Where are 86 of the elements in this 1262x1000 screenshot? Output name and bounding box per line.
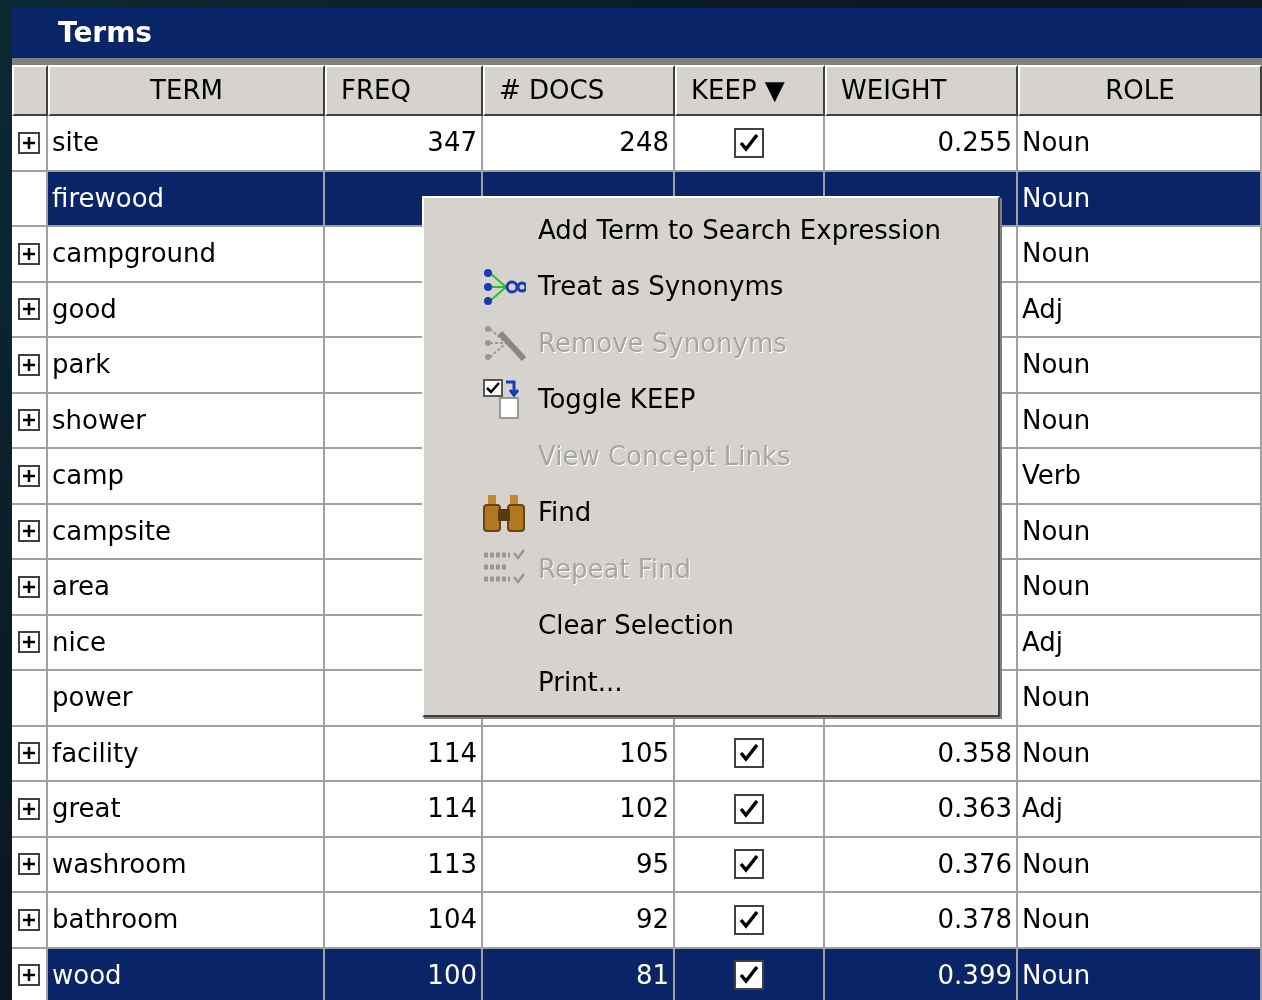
window-title: Terms <box>58 15 153 51</box>
keep-checkbox[interactable] <box>734 904 764 935</box>
role-text: Noun <box>1022 736 1091 770</box>
column-header[interactable]: ROLE <box>1018 65 1262 116</box>
weight-text: 0.255 <box>937 126 1012 160</box>
column-header[interactable]: FREQ <box>325 65 483 116</box>
expand-icon[interactable] <box>18 575 40 598</box>
menu-item[interactable]: Treat as Synonyms <box>424 258 998 315</box>
role-text: Noun <box>1022 181 1091 215</box>
keep-checkbox[interactable] <box>734 849 764 880</box>
expand-icon[interactable] <box>18 631 40 654</box>
expand-icon[interactable] <box>18 242 40 265</box>
term-text: site <box>52 126 99 160</box>
keep-checkbox[interactable] <box>734 738 764 769</box>
expand-icon[interactable] <box>18 797 40 820</box>
term-text: good <box>52 292 117 326</box>
expand-icon[interactable] <box>18 409 40 432</box>
expand-icon[interactable] <box>18 298 40 321</box>
column-header[interactable]: # DOCS <box>483 65 675 116</box>
role-text: Noun <box>1022 348 1091 382</box>
menu-item[interactable]: Find <box>424 484 998 541</box>
expand-icon[interactable] <box>18 964 40 987</box>
keep-checkbox[interactable] <box>734 793 764 824</box>
term-text: campsite <box>52 514 172 548</box>
docs-text: 102 <box>619 792 669 826</box>
role-text: Noun <box>1022 126 1091 160</box>
expand-icon[interactable] <box>18 520 40 543</box>
term-text: wood <box>52 958 122 992</box>
weight-text: 0.378 <box>937 903 1012 937</box>
freq-text: 100 <box>427 958 477 992</box>
freq-text: 114 <box>427 792 477 826</box>
column-header[interactable]: TERM <box>48 65 325 116</box>
role-text: Noun <box>1022 847 1091 881</box>
role-text: Noun <box>1022 237 1091 271</box>
term-text: firewood <box>52 181 165 215</box>
keep-checkbox[interactable] <box>734 960 764 991</box>
docs-text: 81 <box>635 958 669 992</box>
freq-text: 114 <box>427 736 477 770</box>
expand-icon[interactable] <box>18 353 40 376</box>
term-text: bathroom <box>52 903 179 937</box>
role-text: Noun <box>1022 903 1091 937</box>
term-text: area <box>52 570 110 604</box>
term-text: shower <box>52 403 146 437</box>
expand-icon[interactable] <box>18 908 40 931</box>
docs-text: 248 <box>619 126 669 160</box>
role-text: Noun <box>1022 958 1091 992</box>
role-text: Noun <box>1022 681 1091 715</box>
column-header[interactable]: WEIGHT <box>825 65 1018 116</box>
expand-icon[interactable] <box>18 464 40 487</box>
expand-icon[interactable] <box>18 853 40 876</box>
freq-text: 113 <box>427 847 477 881</box>
freq-text: 104 <box>427 903 477 937</box>
freq-text: 347 <box>427 126 477 160</box>
role-text: Noun <box>1022 403 1091 437</box>
table-row[interactable]: wood 100 81 0.399 Noun <box>12 948 1262 1000</box>
docs-text: 95 <box>635 847 669 881</box>
term-text: nice <box>52 625 106 659</box>
weight-text: 0.363 <box>937 792 1012 826</box>
keep-checkbox[interactable] <box>734 127 764 158</box>
role-text: Noun <box>1022 570 1091 604</box>
role-text: Noun <box>1022 514 1091 548</box>
term-text: power <box>52 681 133 715</box>
term-text: washroom <box>52 847 187 881</box>
table-row[interactable]: facility 114 105 0.358 Noun <box>12 726 1262 782</box>
role-text: Adj <box>1022 625 1064 659</box>
expand-icon[interactable] <box>18 742 40 765</box>
docs-text: 92 <box>635 903 669 937</box>
table-row[interactable]: washroom 113 95 0.376 Noun <box>12 837 1262 893</box>
weight-text: 0.399 <box>937 958 1012 992</box>
menu-item[interactable]: Toggle KEEP <box>424 371 998 428</box>
term-text: great <box>52 792 121 826</box>
role-text: Verb <box>1022 459 1081 493</box>
term-text: park <box>52 348 111 382</box>
role-text: Adj <box>1022 292 1064 326</box>
term-text: facility <box>52 736 139 770</box>
term-text: camp <box>52 459 125 493</box>
weight-text: 0.376 <box>937 847 1012 881</box>
column-header[interactable]: KEEP ▼ <box>675 65 825 116</box>
term-text: campground <box>52 237 217 271</box>
weight-text: 0.358 <box>937 736 1012 770</box>
table-row[interactable]: great 114 102 0.363 Adj <box>12 782 1262 838</box>
role-text: Adj <box>1022 792 1064 826</box>
expand-icon[interactable] <box>18 131 40 154</box>
docs-text: 105 <box>619 736 669 770</box>
menu-item[interactable]: Clear Selection <box>424 597 998 654</box>
menu-item[interactable]: Print... <box>424 654 998 711</box>
